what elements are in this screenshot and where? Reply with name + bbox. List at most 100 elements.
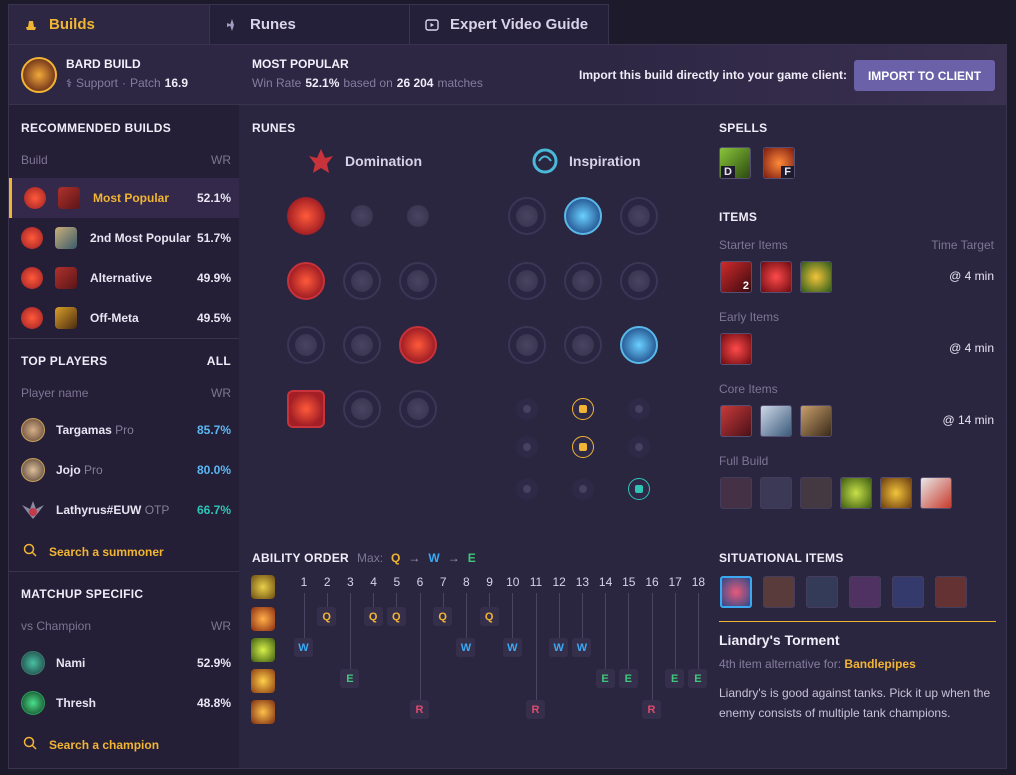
situational-description: Liandry's is good against tanks. Pick it… <box>719 686 991 720</box>
skill-w-level-13: W <box>572 638 592 657</box>
player-row[interactable]: Jojo Pro 80.0% <box>9 450 239 490</box>
sixth-sense-rune[interactable] <box>287 326 325 364</box>
domination-icon <box>306 146 336 176</box>
skill-q-level-2: Q <box>317 607 337 626</box>
shard-scaling-health-selected[interactable] <box>628 478 650 500</box>
full-build-item-1[interactable] <box>720 477 752 509</box>
cosmic-insight-rune[interactable] <box>620 326 658 364</box>
shard-health[interactable] <box>516 478 538 500</box>
electrocute-rune-icon <box>21 227 43 249</box>
shard-adaptive[interactable] <box>516 436 538 458</box>
starter-items-label: Starter Items <box>719 238 788 252</box>
taste-of-blood-rune[interactable] <box>343 262 381 300</box>
full-build-item-6[interactable] <box>920 477 952 509</box>
relentless-hunter-rune[interactable] <box>343 390 381 428</box>
core-item-2[interactable] <box>760 405 792 437</box>
skill-w-level-1: W <box>294 638 313 657</box>
shard-adaptive[interactable] <box>516 398 538 420</box>
secondary-rune[interactable] <box>564 262 602 300</box>
tab-runes[interactable]: Runes <box>209 4 410 44</box>
inspiration-icon <box>530 146 560 176</box>
liandrys-torment-item[interactable] <box>720 576 752 608</box>
cheap-shot-rune[interactable] <box>287 262 325 300</box>
build-option-2nd-most-popular[interactable]: 2nd Most Popular 51.7% <box>9 218 239 258</box>
build-option-most-popular[interactable]: Most Popular 52.1% <box>9 178 239 218</box>
level-guide-line <box>326 593 328 607</box>
matches-label: matches <box>437 76 483 90</box>
spell-key: D <box>721 166 735 178</box>
build-option-label: Alternative <box>90 271 153 285</box>
top-players-all-link[interactable]: ALL <box>207 354 231 368</box>
matchup-row[interactable]: Nami 52.9% <box>9 643 239 683</box>
situational-item-2[interactable] <box>763 576 795 608</box>
full-build-item-2[interactable] <box>760 477 792 509</box>
ultimate-hunter-rune[interactable] <box>399 390 437 428</box>
situational-item-6[interactable] <box>935 576 967 608</box>
matchup-row[interactable]: Thresh 48.8% <box>9 683 239 723</box>
grisly-mementos-rune[interactable] <box>343 326 381 364</box>
ruby-crystal-item[interactable] <box>720 333 752 365</box>
player-row[interactable]: Targamas Pro 85.7% <box>9 410 239 450</box>
situational-item-4[interactable] <box>849 576 881 608</box>
level-number: 17 <box>668 575 682 589</box>
ruby-crystal-item[interactable] <box>760 261 792 293</box>
treasure-hunter-rune[interactable] <box>287 390 325 428</box>
patch-value: 16.9 <box>164 76 189 90</box>
shard-movespeed-selected[interactable] <box>572 436 594 458</box>
search-summoner-link[interactable]: Search a summoner <box>23 543 164 560</box>
search-champion-label: Search a champion <box>49 737 160 752</box>
situational-items-title: SITUATIONAL ITEMS <box>719 551 844 565</box>
lathyrus-emblem-icon <box>20 497 46 523</box>
world-atlas-item[interactable] <box>800 261 832 293</box>
core-item-3[interactable] <box>800 405 832 437</box>
core-item-1[interactable] <box>720 405 752 437</box>
health-potion-item[interactable]: 2 <box>720 261 752 293</box>
import-to-client-button[interactable]: IMPORT TO CLIENT <box>854 60 995 91</box>
r-ability-icon <box>251 700 275 724</box>
arrow-icon: → <box>408 551 421 565</box>
top-players-title: TOP PLAYERS <box>21 354 108 368</box>
electrocute-rune[interactable] <box>287 197 325 235</box>
shard-scaling-health[interactable] <box>628 436 650 458</box>
build-option-off-meta[interactable]: Off-Meta 49.5% <box>9 298 239 338</box>
full-build-item-5[interactable] <box>880 477 912 509</box>
level-guide-line <box>512 593 514 638</box>
skill-r-level-16: R <box>642 700 661 719</box>
secondary-rune[interactable] <box>508 262 546 300</box>
hail-of-blades-rune[interactable] <box>399 197 437 235</box>
sudden-impact-rune[interactable] <box>399 262 437 300</box>
shard-adaptive-selected[interactable] <box>572 398 594 420</box>
full-build-item-3[interactable] <box>800 477 832 509</box>
secondary-rune[interactable] <box>620 262 658 300</box>
player-row[interactable]: Lathyrus#EUW OTP 66.7% <box>9 490 239 530</box>
build-option-alternative[interactable]: Alternative 49.9% <box>9 258 239 298</box>
electrocute-rune-icon <box>24 187 46 209</box>
champion-avatar <box>21 691 45 715</box>
magical-footwear-rune[interactable] <box>564 197 602 235</box>
flash-spell-icon: F <box>763 147 795 179</box>
exhaust-spell-icon: D <box>719 147 751 179</box>
secondary-rune[interactable] <box>508 197 546 235</box>
full-build-item-4[interactable] <box>840 477 872 509</box>
item-count: 2 <box>742 280 749 292</box>
player-wr: 66.7% <box>196 503 231 517</box>
starter-time: @ 4 min <box>949 269 994 283</box>
shard-haste[interactable] <box>628 398 650 420</box>
player-name: Targamas Pro <box>56 423 134 437</box>
tab-builds[interactable]: Builds <box>8 4 210 44</box>
player-name: Jojo Pro <box>56 463 103 477</box>
situational-item-5[interactable] <box>892 576 924 608</box>
secondary-rune[interactable] <box>564 326 602 364</box>
search-champion-link[interactable]: Search a champion <box>23 736 159 753</box>
win-rate-label: Win Rate <box>252 76 302 90</box>
full-build-label: Full Build <box>719 454 769 468</box>
level-guide-line <box>535 593 537 700</box>
situational-item-3[interactable] <box>806 576 838 608</box>
tab-expert-video-guide[interactable]: Expert Video Guide <box>409 4 609 44</box>
shard-tenacity[interactable] <box>572 478 594 500</box>
secondary-rune[interactable] <box>508 326 546 364</box>
page-root: Builds Runes Expert Video Guide BARD BUI… <box>0 0 1016 775</box>
secondary-rune[interactable] <box>620 197 658 235</box>
dark-harvest-rune[interactable] <box>343 197 381 235</box>
deep-ward-rune[interactable] <box>399 326 437 364</box>
